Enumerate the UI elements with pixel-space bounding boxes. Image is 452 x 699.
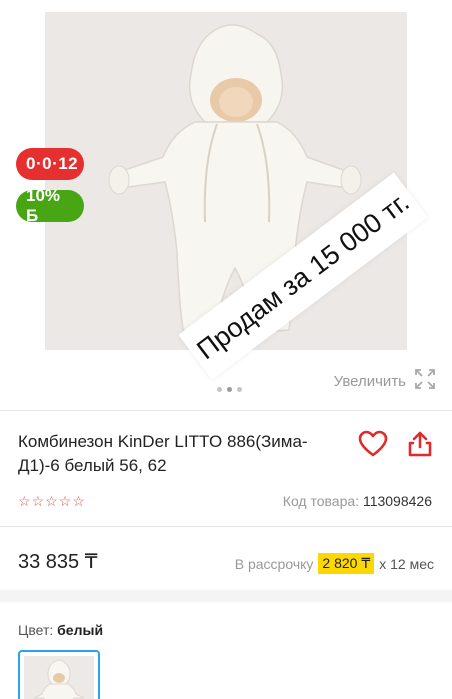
- star-outline-icon: ☆: [31, 493, 45, 509]
- installment-badge: 0·0·12: [16, 148, 84, 180]
- section-divider: [0, 526, 452, 527]
- swatch-thumbnail: [24, 656, 94, 699]
- color-label: Цвет:: [18, 622, 54, 638]
- zoom-label: Увеличить: [333, 372, 406, 390]
- star-outline-icon: ☆: [72, 493, 85, 509]
- sku-value: 113098426: [362, 493, 432, 509]
- star-outline-icon: ☆: [45, 493, 58, 509]
- section-divider: [0, 410, 452, 411]
- rating-stars[interactable]: ☆ ☆ ☆ ☆ ☆: [18, 494, 85, 508]
- installment-term: x 12 мес: [379, 555, 434, 572]
- gallery-dot[interactable]: [217, 387, 222, 392]
- installment-amount: 2 820 ₸: [318, 553, 375, 574]
- gallery-dot[interactable]: [237, 387, 242, 392]
- installment-info: В рассрочку 2 820 ₸ x 12 мес: [235, 553, 434, 574]
- product-price: 33 835 ₸: [18, 551, 98, 573]
- product-gallery[interactable]: 0·0·12 10% Б Продам за 15 000 тг. Увелич…: [0, 0, 452, 410]
- color-swatch-selected[interactable]: [18, 650, 100, 699]
- favorite-button[interactable]: [356, 428, 390, 460]
- gallery-dot-active[interactable]: [227, 387, 232, 392]
- installment-label: В рассрочку: [234, 555, 314, 572]
- sku-label: Код товара:: [282, 493, 360, 509]
- expand-icon: [414, 368, 436, 394]
- product-code: Код товара: 113098426: [283, 493, 432, 509]
- gallery-pagination[interactable]: [217, 387, 242, 392]
- share-icon: [408, 431, 432, 457]
- section-separator: [0, 590, 452, 602]
- heart-icon: [358, 430, 388, 457]
- zoom-button[interactable]: Увеличить: [334, 368, 436, 394]
- share-button[interactable]: [404, 428, 436, 460]
- star-outline-icon: ☆: [58, 493, 72, 509]
- bonus-badge: 10% Б: [16, 186, 84, 225]
- color-option-label: Цвет: белый: [18, 622, 103, 638]
- color-value: белый: [57, 622, 104, 638]
- star-outline-icon: ☆: [18, 493, 31, 509]
- product-title: Комбинезон KinDer LITTO 886(Зима-Д1)-6 б…: [18, 432, 308, 475]
